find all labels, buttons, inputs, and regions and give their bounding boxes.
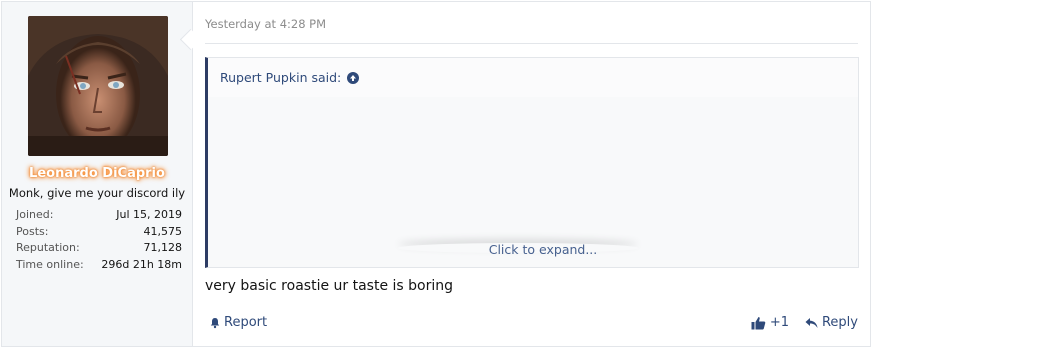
report-button[interactable]: Report	[209, 315, 267, 330]
like-button[interactable]: +1	[751, 315, 789, 330]
reply-button[interactable]: Reply	[805, 315, 858, 330]
quote-header: Rupert Pupkin said:	[208, 58, 858, 97]
arrow-up-circle-icon[interactable]	[347, 71, 360, 84]
stat-value: 296d 21h 18m	[101, 257, 182, 271]
stat-label: Reputation:	[16, 241, 80, 254]
click-to-expand-link[interactable]: Click to expand...	[208, 242, 858, 257]
quote-block: Rupert Pupkin said: Click to expand...	[205, 57, 859, 268]
reply-icon	[805, 317, 818, 329]
post-main: Yesterday at 4:28 PM Rupert Pupkin said:…	[193, 2, 870, 346]
stat-label: Joined:	[16, 208, 54, 221]
avatar[interactable]	[28, 16, 168, 156]
user-title: Monk, give me your discord ily	[8, 186, 186, 200]
post-timestamp[interactable]: Yesterday at 4:28 PM	[205, 17, 326, 31]
bell-icon	[209, 317, 221, 329]
like-count: +1	[769, 315, 789, 330]
thumbs-up-icon	[751, 316, 766, 330]
username[interactable]: Leonardo DiCaprio	[2, 166, 192, 181]
stat-time-online: Time online: 296d 21h 18m	[16, 257, 182, 274]
post-message: very basic roastie ur taste is boring	[205, 278, 454, 294]
user-info-panel: Leonardo DiCaprio Monk, give me your dis…	[2, 2, 193, 346]
stat-value: 71,128	[143, 241, 183, 254]
stat-reputation: Reputation: 71,128	[16, 240, 182, 257]
quote-author[interactable]: Rupert Pupkin said:	[220, 70, 341, 85]
user-stats: Joined: Jul 15, 2019 Posts: 41,575 Reput…	[16, 207, 182, 273]
stat-label: Posts:	[16, 224, 49, 238]
stat-value: Jul 15, 2019	[116, 208, 182, 221]
report-label: Report	[224, 315, 268, 330]
post-actions: +1 Reply	[751, 315, 858, 330]
reply-label: Reply	[821, 315, 858, 330]
divider	[205, 43, 858, 44]
post-container: Leonardo DiCaprio Monk, give me your dis…	[1, 1, 871, 347]
stat-posts: Posts: 41,575	[16, 224, 182, 241]
stat-joined: Joined: Jul 15, 2019	[16, 207, 182, 224]
stat-value: 41,575	[143, 224, 183, 238]
stat-label: Time online:	[16, 257, 84, 271]
